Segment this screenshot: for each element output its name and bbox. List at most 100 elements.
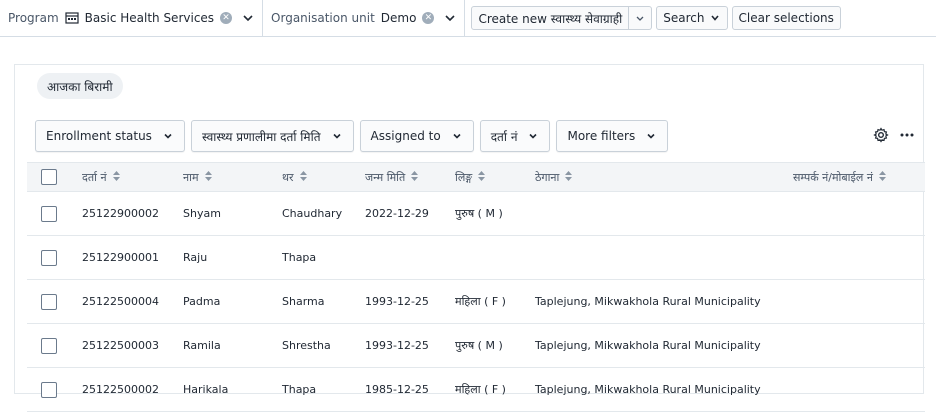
column-header-label: लिङ्ग bbox=[455, 170, 473, 184]
chevron-down-icon bbox=[709, 12, 721, 24]
cell-family-name: Sharma bbox=[282, 295, 325, 308]
org-unit-label: Organisation unit bbox=[271, 11, 375, 25]
cell-name: Padma bbox=[183, 295, 221, 308]
filter-label: दर्ता नं bbox=[490, 129, 518, 144]
cell-family-name: Thapa bbox=[282, 383, 317, 396]
filter-label: Enrollment status bbox=[46, 129, 152, 143]
sort-icon bbox=[565, 171, 573, 184]
row-checkbox[interactable] bbox=[41, 249, 57, 266]
column-header-label: सम्पर्क नं/मोबाईल नं bbox=[793, 170, 873, 184]
cell-registration-number: 25122900001 bbox=[82, 251, 159, 264]
cell-date-of-birth: 1993-12-25 bbox=[365, 295, 429, 308]
row-checkbox[interactable] bbox=[41, 337, 57, 354]
column-header-label: ठेगाना bbox=[535, 170, 560, 184]
program-selector[interactable]: Program Basic Health Services ✕ bbox=[0, 0, 264, 37]
cell-date-of-birth: 1985-12-25 bbox=[365, 383, 429, 396]
cell-address: Taplejung, Mikwakhola Rural Municipality bbox=[535, 339, 761, 352]
sort-icon bbox=[411, 171, 419, 184]
cell-registration-number: 25122500003 bbox=[82, 339, 159, 352]
chevron-down-icon bbox=[242, 12, 254, 24]
org-unit-selector[interactable]: Organisation unit Demo ✕ bbox=[263, 0, 466, 37]
filter-bar: Enrollment status स्वास्थ्य प्रणालीमा दर… bbox=[35, 120, 669, 152]
working-list-chip[interactable]: आजका बिरामी bbox=[37, 73, 123, 99]
cell-registration-number: 25122900002 bbox=[82, 207, 159, 220]
cell-name: Ramila bbox=[183, 339, 221, 352]
sort-icon bbox=[478, 171, 486, 184]
column-header-date-of-birth[interactable]: जन्म मिति bbox=[365, 170, 419, 185]
chevron-down-icon bbox=[162, 130, 174, 142]
search-button[interactable]: Search bbox=[656, 6, 728, 30]
filter-enrollment-status[interactable]: Enrollment status bbox=[35, 120, 185, 152]
cell-family-name: Thapa bbox=[282, 251, 317, 264]
column-header-name[interactable]: नाम bbox=[183, 170, 212, 185]
chevron-down-icon bbox=[645, 130, 657, 142]
select-all-checkbox[interactable] bbox=[41, 169, 57, 185]
row-checkbox[interactable] bbox=[41, 381, 57, 398]
cell-registration-number: 25122500004 bbox=[82, 295, 159, 308]
column-header-registration-number[interactable]: दर्ता नं bbox=[82, 170, 120, 185]
working-list-panel: आजका बिरामी Enrollment status स्वास्थ्य … bbox=[14, 64, 925, 412]
cell-sex: महिला ( F ) bbox=[455, 295, 506, 308]
column-header-address[interactable]: ठेगाना bbox=[535, 170, 573, 185]
chevron-down-icon bbox=[634, 12, 646, 24]
table-row[interactable]: 25122500002 Harikala Thapa 1985-12-25 मह… bbox=[27, 368, 925, 412]
create-new-split-button: Create new स्वास्थ्य सेवाग्राही bbox=[471, 6, 653, 30]
top-bar: Program Basic Health Services ✕ Organisa… bbox=[0, 0, 936, 37]
search-button-label: Search bbox=[663, 11, 705, 25]
program-label: Program bbox=[8, 11, 59, 25]
column-header-family-name[interactable]: थर bbox=[282, 170, 307, 185]
cell-family-name: Chaudhary bbox=[282, 207, 343, 220]
row-checkbox[interactable] bbox=[41, 293, 57, 310]
cell-date-of-birth: 2022-12-29 bbox=[365, 207, 429, 220]
filter-label: More filters bbox=[567, 129, 636, 143]
cell-registration-number: 25122500002 bbox=[82, 383, 159, 396]
table-row[interactable]: 25122900001 Raju Thapa bbox=[27, 236, 925, 280]
filter-label: Assigned to bbox=[370, 129, 441, 143]
table-row[interactable]: 25122500003 Ramila Shrestha 1993-12-25 प… bbox=[27, 324, 925, 368]
clear-org-unit-icon[interactable]: ✕ bbox=[422, 12, 435, 24]
table-header: दर्ता नं नाम थर जन्म मिति लिङ्ग ठेगाना स… bbox=[27, 162, 925, 192]
chevron-down-icon bbox=[331, 130, 343, 142]
org-unit-value: Demo bbox=[380, 11, 417, 25]
gear-icon[interactable] bbox=[873, 127, 889, 147]
column-header-label: नाम bbox=[183, 170, 199, 184]
filter-label: स्वास्थ्य प्रणालीमा दर्ता मिति bbox=[201, 129, 321, 144]
list-tools bbox=[873, 127, 915, 147]
cell-name: Raju bbox=[183, 251, 208, 264]
cell-address: Taplejung, Mikwakhola Rural Municipality bbox=[535, 295, 761, 308]
filter-assigned-to[interactable]: Assigned to bbox=[359, 120, 474, 152]
sort-icon bbox=[878, 171, 886, 184]
cell-date-of-birth: 1993-12-25 bbox=[365, 339, 429, 352]
cell-name: Shyam bbox=[183, 207, 221, 220]
sort-icon bbox=[112, 171, 120, 184]
clear-program-icon[interactable]: ✕ bbox=[220, 12, 233, 24]
row-checkbox[interactable] bbox=[41, 205, 57, 222]
column-header-sex[interactable]: लिङ्ग bbox=[455, 170, 486, 185]
sort-icon bbox=[299, 171, 307, 184]
cell-sex: पुरुष ( M ) bbox=[455, 207, 503, 220]
column-header-phone[interactable]: सम्पर्क नं/मोबाईल नं bbox=[793, 170, 886, 185]
chevron-down-icon bbox=[444, 12, 456, 24]
tei-table: दर्ता नं नाम थर जन्म मिति लिङ्ग ठेगाना स… bbox=[27, 162, 925, 412]
program-icon bbox=[65, 11, 79, 25]
table-row[interactable]: 25122900002 Shyam Chaudhary 2022-12-29 प… bbox=[27, 192, 925, 236]
create-new-button[interactable]: Create new स्वास्थ्य सेवाग्राही bbox=[471, 6, 630, 30]
create-new-dropdown-button[interactable] bbox=[629, 6, 653, 30]
column-header-label: जन्म मिति bbox=[365, 170, 406, 184]
chevron-down-icon bbox=[451, 130, 463, 142]
filter-registration-number[interactable]: दर्ता नं bbox=[479, 120, 551, 152]
cell-family-name: Shrestha bbox=[282, 339, 331, 352]
filter-registration-date[interactable]: स्वास्थ्य प्रणालीमा दर्ता मिति bbox=[190, 120, 354, 152]
cell-sex: महिला ( F ) bbox=[455, 383, 506, 396]
program-value: Basic Health Services bbox=[84, 11, 215, 25]
filter-more-filters[interactable]: More filters bbox=[556, 120, 669, 152]
sort-icon bbox=[204, 171, 212, 184]
table-row[interactable]: 25122500004 Padma Sharma 1993-12-25 महिल… bbox=[27, 280, 925, 324]
more-options-icon[interactable] bbox=[899, 127, 915, 147]
column-header-label: दर्ता नं bbox=[82, 170, 107, 184]
cell-name: Harikala bbox=[183, 383, 229, 396]
cell-sex: पुरुष ( M ) bbox=[455, 339, 503, 352]
clear-selections-button[interactable]: Clear selections bbox=[731, 6, 841, 30]
chevron-down-icon bbox=[527, 130, 539, 142]
cell-address: Taplejung, Mikwakhola Rural Municipality bbox=[535, 383, 761, 396]
